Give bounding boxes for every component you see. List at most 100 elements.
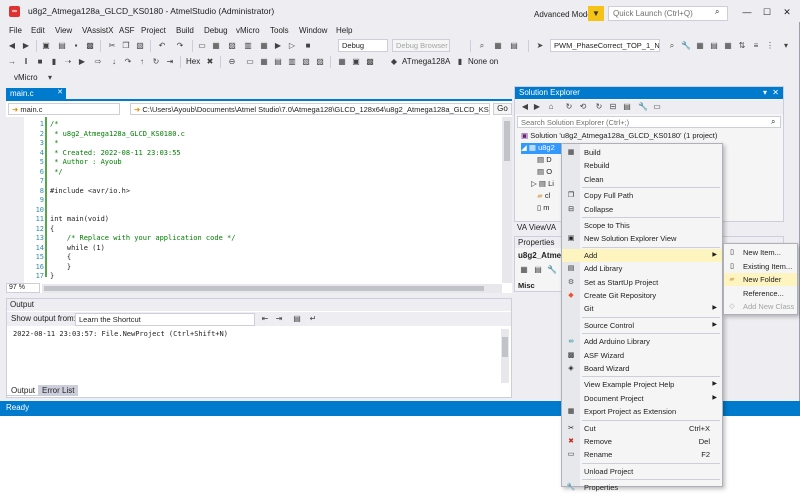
context-menu-item-add[interactable]: Add ▶	[562, 248, 722, 262]
submenu-item-new-item[interactable]: ▯ New Item...	[724, 246, 797, 259]
step-over-icon[interactable]: ↷	[122, 56, 134, 68]
step-out-icon[interactable]: ↑	[136, 56, 148, 68]
forward-icon[interactable]: ▶	[20, 40, 32, 52]
close-icon[interactable]: ✕	[772, 88, 779, 97]
new-project-icon[interactable]: ▣	[40, 40, 52, 52]
function-combo[interactable]: PWM_PhaseCorrect_TOP_1_Nei	[550, 39, 660, 52]
menu-asf[interactable]: ASF	[119, 26, 135, 35]
search-icon[interactable]: ⌕	[666, 40, 678, 52]
scroll-thumb[interactable]	[502, 337, 508, 357]
search-icon[interactable]: ⌕	[715, 7, 719, 17]
path-combo[interactable]: ➜ C:\Users\Ayoub\Documents\Atmel Studio\…	[130, 103, 490, 115]
tab-output[interactable]: Output	[6, 385, 41, 396]
vertical-scrollbar[interactable]	[502, 117, 512, 283]
tree-item[interactable]: ▯ m	[537, 203, 549, 214]
break-icon[interactable]: ▮	[48, 56, 60, 68]
context-menu-item-cut[interactable]: ✂ Cut Ctrl+X	[562, 422, 722, 435]
output-source-combo[interactable]: Learn the Shortcut	[75, 313, 255, 326]
show-next-icon[interactable]: ⇨	[92, 56, 104, 68]
forward-icon[interactable]: ▶	[531, 101, 543, 113]
tree-solution[interactable]: ▣ Solution 'u8g2_Atmega128a_GLCD_KS0180'…	[521, 131, 717, 142]
minimize-button[interactable]: —	[738, 5, 756, 19]
context-menu-item-create-git-repository[interactable]: ◆ Create Git Repository	[562, 289, 722, 302]
hex-toggle[interactable]: Hex	[186, 57, 200, 66]
open-file-icon[interactable]: ▤	[56, 40, 68, 52]
settings-icon[interactable]: ⊖	[226, 56, 238, 68]
windows-icon[interactable]: ▭	[244, 56, 256, 68]
platform-combo[interactable]: Debug Browser	[392, 39, 450, 52]
menu-tools[interactable]: Tools	[270, 26, 289, 35]
next-message-icon[interactable]: ⇥	[273, 313, 285, 325]
run-to-cursor-icon[interactable]: ⇥	[164, 56, 176, 68]
filter-icon[interactable]: ▼	[588, 6, 604, 21]
context-menu-item-add-library[interactable]: ▤ Add Library	[562, 262, 722, 275]
menu-window[interactable]: Window	[299, 26, 327, 35]
stop-debug-icon[interactable]: ■	[34, 56, 46, 68]
context-menu-item-rename[interactable]: ▭ Rename F2	[562, 448, 722, 461]
grid-icon[interactable]: ▦	[722, 40, 734, 52]
menu-edit[interactable]: Edit	[31, 26, 45, 35]
table-icon[interactable]: ▤	[708, 40, 720, 52]
breakpoint-icon[interactable]: ✖	[204, 56, 216, 68]
solution-explorer-search[interactable]: Search Solution Explorer (Ctrl+;)	[517, 116, 781, 128]
context-menu-item-rebuild[interactable]: Rebuild	[562, 159, 722, 172]
context-menu-item-export-project-as-extension[interactable]: ▦ Export Project as Extension	[562, 405, 722, 418]
collapse-all-icon[interactable]: ⊟	[607, 101, 619, 113]
scroll-thumb[interactable]	[504, 121, 510, 161]
menu-vmicro[interactable]: vMicro	[236, 26, 260, 35]
copy-icon[interactable]: ❐	[120, 40, 132, 52]
locals-icon[interactable]: ▨	[314, 56, 326, 68]
io-view-icon[interactable]: ▤	[272, 56, 284, 68]
context-menu-item-view-example-project-help[interactable]: View Example Project Help ▶	[562, 378, 722, 391]
save-icon[interactable]: ▪	[70, 40, 82, 52]
refresh-icon[interactable]: ↻	[593, 101, 605, 113]
code-text-area[interactable]: 1 /* 2 * u8g2_Atmega128a_GLCD_KS0180.c 3 * 4…	[24, 117, 502, 283]
advanced-mode-label[interactable]: Advanced Mode	[534, 10, 592, 19]
context-menu-item-new-solution-explorer-view[interactable]: ▣ New Solution Explorer View	[562, 232, 722, 245]
watch-icon[interactable]: ▥	[286, 56, 298, 68]
menu-vassistx[interactable]: VAssistX	[82, 26, 113, 35]
code-editor[interactable]: ➜ main.c ➜ C:\Users\Ayoub\Documents\Atme…	[6, 99, 512, 293]
indicator-margin[interactable]	[6, 117, 24, 283]
tree-item[interactable]: ▰ cl	[537, 191, 550, 202]
tree-item[interactable]: ▷ ▤ Li	[531, 179, 554, 190]
vmicro-label[interactable]: vMicro	[14, 73, 38, 82]
continue-icon[interactable]: ➝	[62, 56, 74, 68]
run-icon[interactable]: ▶	[76, 56, 88, 68]
maximize-button[interactable]: ☐	[758, 5, 776, 19]
menu-debug[interactable]: Debug	[204, 26, 228, 35]
device-label[interactable]: ATmega128A	[402, 57, 450, 66]
context-menu-item-build[interactable]: ▦ Build	[562, 146, 722, 159]
paste-icon[interactable]: ▧	[134, 40, 146, 52]
step-icon[interactable]: →	[6, 56, 18, 68]
properties-icon[interactable]: 🔧	[637, 101, 649, 113]
alphabetical-icon[interactable]: ▤	[532, 264, 544, 276]
context-menu-item-collapse[interactable]: ⊟ Collapse	[562, 203, 722, 216]
tool-icon[interactable]: ▩	[364, 56, 376, 68]
callstack-icon[interactable]: ▧	[300, 56, 312, 68]
context-menu-item-asf-wizard[interactable]: ▩ ASF Wizard	[562, 349, 722, 362]
context-menu-item-board-wizard[interactable]: ◈ Board Wizard	[562, 362, 722, 375]
history-icon[interactable]: ⟲	[577, 101, 589, 113]
find-message-icon[interactable]: ⇤	[259, 313, 271, 325]
context-menu-item-source-control[interactable]: Source Control ▶	[562, 319, 722, 332]
zoom-combo[interactable]: 97 %	[6, 283, 40, 293]
search-icon[interactable]: ⌕	[771, 117, 775, 127]
show-all-icon[interactable]: ▤	[621, 101, 633, 113]
find-icon[interactable]: ⌕	[476, 40, 488, 52]
menu-file[interactable]: File	[9, 26, 22, 35]
device-programming-icon[interactable]: ▨	[226, 40, 238, 52]
registers-icon[interactable]: ▦	[258, 56, 270, 68]
context-menu-item-copy-full-path[interactable]: ❐ Copy Full Path	[562, 189, 722, 202]
categorized-icon[interactable]: ▦	[518, 264, 530, 276]
horizontal-scrollbar[interactable]	[42, 284, 502, 293]
toolbar-options-icon[interactable]: ▾	[780, 40, 792, 52]
menu-project[interactable]: Project	[141, 26, 166, 35]
tree-item[interactable]: ▤ O	[537, 167, 552, 178]
context-menu-item-clean[interactable]: Clean	[562, 173, 722, 186]
back-icon[interactable]: ◀	[519, 101, 531, 113]
sort-icon[interactable]: ⇅	[736, 40, 748, 52]
context-menu-item-unload-project[interactable]: Unload Project	[562, 465, 722, 478]
context-menu-item-remove[interactable]: ✖ Remove Del	[562, 435, 722, 448]
preview-icon[interactable]: ▭	[651, 101, 663, 113]
